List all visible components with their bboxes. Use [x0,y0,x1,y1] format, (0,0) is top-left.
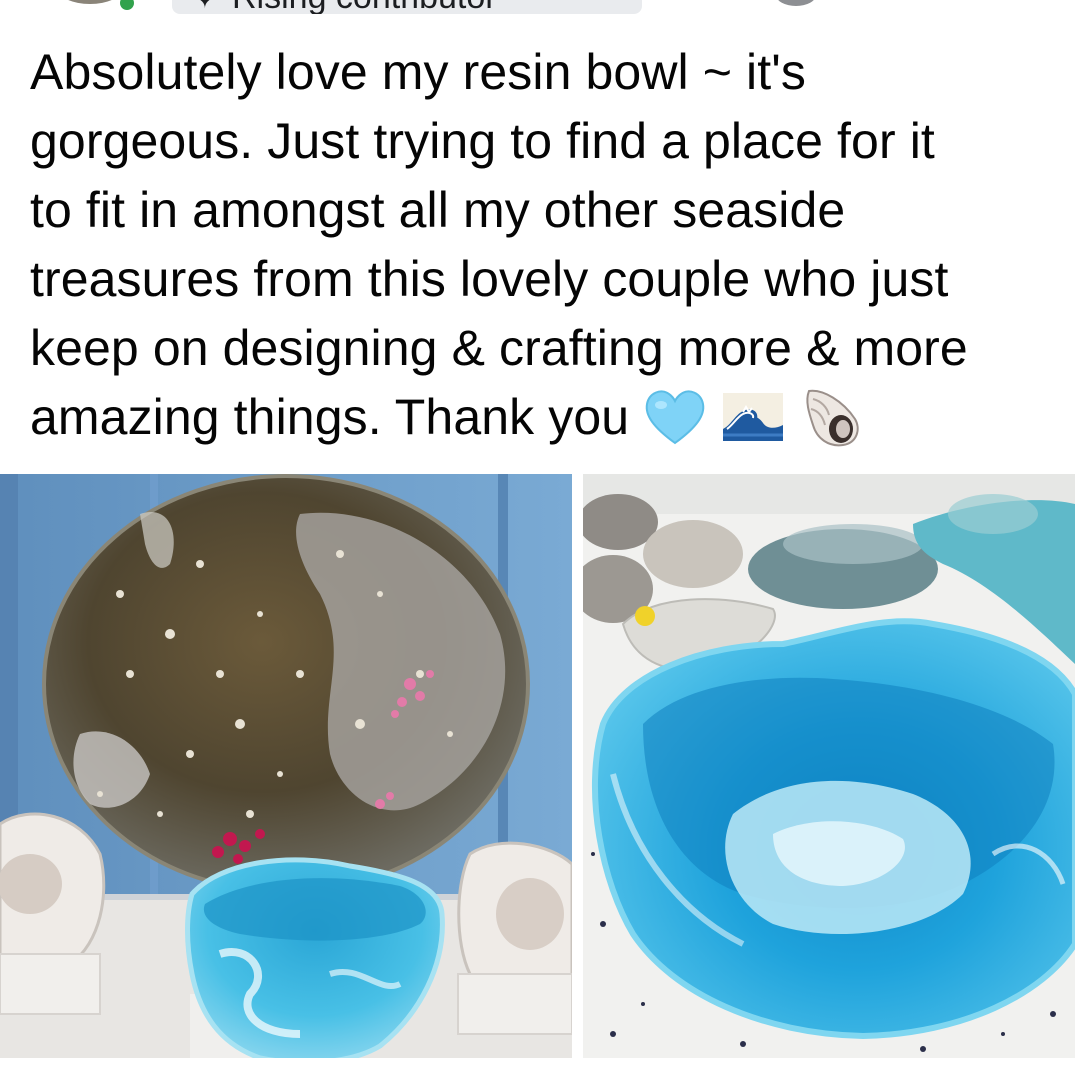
post-header: ✦ Rising contributor [0,0,1075,16]
online-status-dot [118,0,136,12]
light-blue-heart-icon [645,390,705,445]
spiral-shell-icon [806,389,859,447]
sparkle-icon: ✦ [194,0,216,12]
post-text-line: treasures from this lovely couple who ju… [30,251,949,307]
badge-label: Rising contributor [232,0,497,14]
post-text-line: to fit in amongst all my other seaside [30,182,846,238]
post-footer-spacer [0,1058,1075,1075]
contributor-badge[interactable]: ✦ Rising contributor [172,0,642,14]
resin-platter-and-bowl-photo[interactable] [0,474,572,1058]
post-text-last-line: amazing things. Thank you [30,383,1075,452]
avatar[interactable] [58,0,122,4]
post-text-line: gorgeous. Just trying to find a place fo… [30,113,935,169]
post-text-line: Absolutely love my resin bowl ~ it's [30,44,806,100]
post-body-text: Absolutely love my resin bowl ~ it's gor… [30,38,1075,452]
post-screenshot: ✦ Rising contributor Absolutely love my … [0,0,1075,1075]
turquoise-resin-bowl-closeup-photo[interactable] [583,474,1075,1058]
post-text-line: amazing things. Thank you [30,389,630,445]
post-text-line: keep on designing & crafting more & more [30,320,968,376]
water-wave-icon [723,392,784,441]
more-options-icon[interactable] [776,0,816,6]
